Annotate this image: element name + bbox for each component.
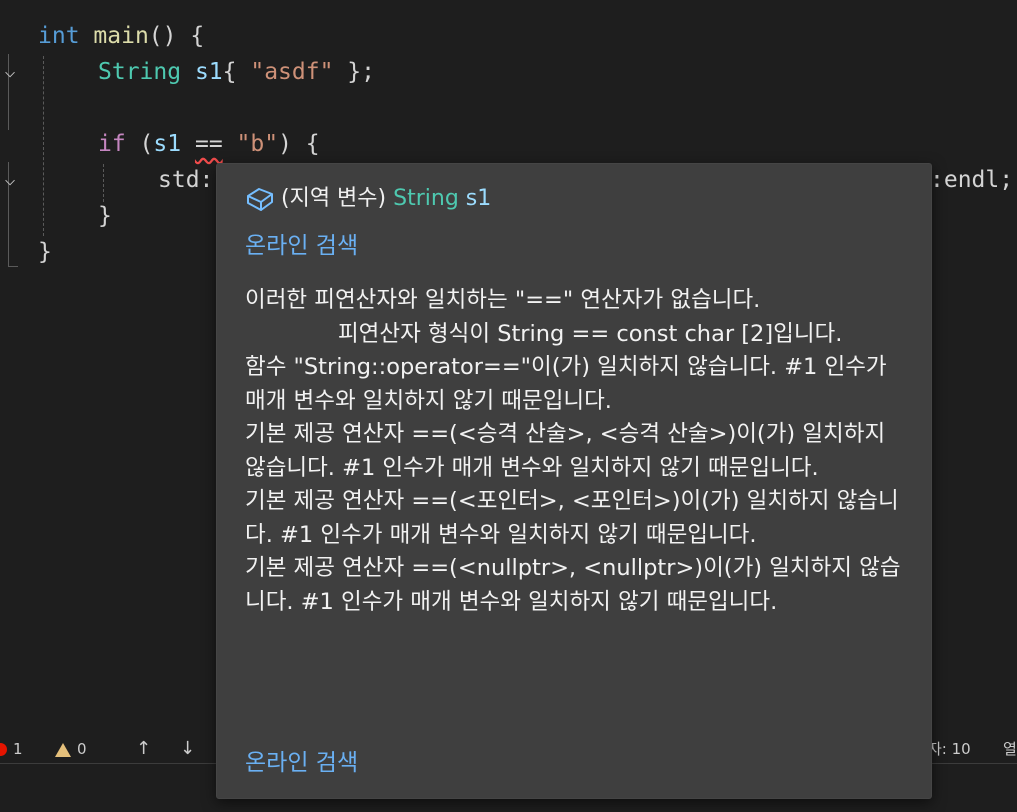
code-endl: :endl; (930, 167, 1014, 193)
keyword-if: if (98, 131, 126, 157)
code-punct: () { (148, 23, 205, 49)
symbol-name: s1 (465, 186, 492, 211)
error-line: 기본 제공 연산자 ==(<nullptr>, <nullptr>)이(가) 일… (245, 555, 901, 615)
column-indicator[interactable]: 열 (1003, 735, 1017, 763)
search-online-link[interactable]: 온라인 검색 (245, 226, 358, 260)
error-line: 피연산자 형식이 String == const char [2]입니다. (245, 320, 843, 347)
error-count-label: 1 (13, 740, 23, 758)
variable-s1: s1 (153, 131, 182, 157)
symbol-kind: (지역 변수) (281, 186, 387, 211)
cube-icon (245, 184, 275, 214)
error-message: 이러한 피연산자와 일치하는 "==" 연산자가 없습니다. 피연산자 형식이 … (245, 284, 910, 619)
error-icon (0, 743, 7, 756)
cursor-position[interactable]: 자: 10 (928, 735, 971, 763)
string-literal: "asdf" (250, 59, 334, 85)
code-punct: ( (125, 131, 154, 157)
symbol-type: String (393, 186, 459, 211)
error-line: 기본 제공 연산자 ==(<포인터>, <포인터>)이(가) 일치하지 않습니다… (245, 488, 899, 548)
next-issue-button[interactable]: ↓ (180, 735, 195, 763)
closing-brace: } (98, 203, 112, 229)
error-operator[interactable]: == (195, 131, 223, 157)
code-punct: ) { (278, 131, 320, 157)
search-online-link-bottom[interactable]: 온라인 검색 (245, 743, 358, 777)
keyword-int: int (38, 23, 80, 49)
code-punct: { (222, 59, 251, 85)
code-line-2[interactable]: String s1{ "asdf" }; (0, 54, 1017, 90)
previous-issue-button[interactable]: ↑ (136, 735, 151, 763)
string-literal: "b" (236, 131, 279, 157)
error-count[interactable]: 1 (0, 735, 23, 763)
quick-info-tooltip[interactable]: (지역 변수) String s1 온라인 검색 이러한 피연산자와 일치하는 … (216, 163, 932, 799)
warning-icon (55, 742, 71, 757)
code-line-1[interactable]: ⌵ int main() { (0, 18, 1017, 82)
variable-s1: s1 (194, 59, 223, 85)
warning-count-label: 0 (77, 740, 87, 758)
function-main: main (93, 23, 149, 49)
tooltip-header: (지역 변수) String s1 (245, 184, 491, 214)
code-punct: }; (333, 59, 375, 85)
code-line-4[interactable]: ⌵ if (s1 == "b") { (0, 126, 1017, 190)
error-line: 이러한 피연산자와 일치하는 "==" 연산자가 없습니다. (245, 287, 761, 313)
code-std: std: (158, 167, 214, 193)
error-line: 함수 "String::operator=="이(가) 일치하지 않습니다. #… (245, 354, 894, 414)
closing-brace: } (38, 239, 52, 265)
error-line: 기본 제공 연산자 ==(<승격 산술>, <승격 산술>)이(가) 일치하지 … (245, 421, 893, 481)
warning-count[interactable]: 0 (55, 735, 87, 763)
type-string: String (98, 59, 182, 85)
